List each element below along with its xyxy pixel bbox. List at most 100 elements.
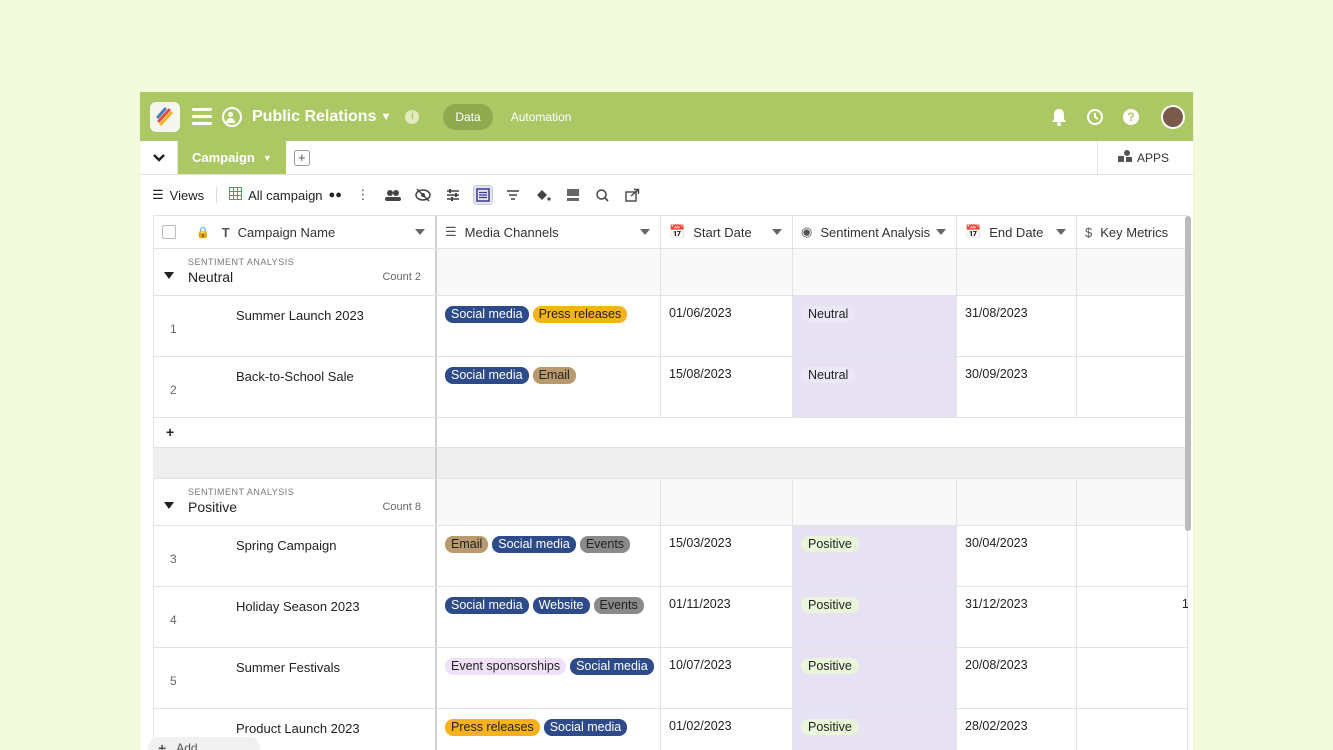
cell-media-channels[interactable]: Press releases Social media — [437, 709, 661, 750]
view-selector[interactable]: All campaign ●● — [229, 187, 342, 203]
collaborators-icon[interactable]: ●● — [329, 189, 342, 201]
more-icon[interactable]: ⋮ — [354, 186, 372, 204]
add-table-button[interactable]: + — [293, 149, 310, 166]
cell-key-metrics[interactable]: 50,000 — [1077, 296, 1188, 356]
select-all-checkbox[interactable] — [162, 225, 176, 239]
cell-sentiment[interactable]: Positive — [793, 648, 957, 708]
channel-tag[interactable]: Events — [593, 597, 644, 614]
channel-tag[interactable]: Events — [579, 536, 631, 553]
chevron-down-icon[interactable]: ▼ — [380, 111, 391, 123]
cell-start-date[interactable]: 10/07/2023 — [661, 648, 793, 708]
cell-end-date[interactable]: 28/02/2023 — [957, 709, 1077, 750]
chevron-down-icon[interactable] — [936, 229, 946, 235]
views-button[interactable]: ☰ Views — [152, 187, 204, 203]
app-logo-icon[interactable] — [150, 101, 180, 132]
history-icon[interactable] — [1085, 107, 1105, 127]
table-row[interactable]: 4 Holiday Season 2023 Social media Website E… — [153, 587, 1188, 648]
cell-media-channels[interactable]: Social media Email — [437, 357, 661, 417]
group-header[interactable]: SENTIMENT ANALYSIS Neutral Count 2 — [153, 249, 1188, 296]
bell-icon[interactable] — [1049, 107, 1069, 127]
cell-start-date[interactable]: 01/11/2023 — [661, 587, 793, 647]
cell-sentiment[interactable]: Positive — [793, 526, 957, 586]
cell-campaign-name[interactable]: 5 Summer Festivals — [153, 648, 437, 708]
chevron-down-icon[interactable]: ▼ — [263, 153, 272, 163]
cell-end-date[interactable]: 31/12/2023 — [957, 587, 1077, 647]
cell-sentiment[interactable]: Neutral — [793, 357, 957, 417]
cell-key-metrics[interactable]: 30,000 — [1077, 648, 1188, 708]
hide-fields-icon[interactable] — [414, 186, 432, 204]
channel-tag[interactable]: Email — [532, 367, 576, 384]
menu-icon[interactable] — [192, 108, 212, 125]
cell-campaign-name[interactable]: 3 Spring Campaign — [153, 526, 437, 586]
table-row[interactable]: 3 Spring Campaign Email Social media Events 1… — [153, 526, 1188, 587]
cell-key-metrics[interactable]: 75,000 — [1077, 526, 1188, 586]
cell-campaign-name[interactable]: 2 Back-to-School Sale — [153, 357, 437, 417]
row-height-icon[interactable] — [564, 186, 582, 204]
vertical-scrollbar[interactable] — [1185, 216, 1191, 531]
cell-end-date[interactable]: 30/04/2023 — [957, 526, 1077, 586]
help-icon[interactable]: ? — [1121, 107, 1141, 127]
adjust-icon[interactable] — [444, 186, 462, 204]
users-icon[interactable] — [384, 186, 402, 204]
cell-sentiment[interactable]: Positive — [793, 709, 957, 750]
chevron-down-icon[interactable] — [140, 141, 178, 174]
cell-key-metrics[interactable]: 100,000 — [1077, 587, 1188, 647]
info-icon[interactable]: i — [405, 109, 420, 124]
channel-tag[interactable]: Social media — [570, 658, 654, 675]
chevron-down-icon[interactable] — [415, 229, 425, 235]
cell-media-channels[interactable]: Social media Press releases — [437, 296, 661, 356]
share-icon[interactable] — [624, 186, 642, 204]
channel-tag[interactable]: Press releases — [532, 306, 628, 323]
column-header-media-channels[interactable]: ☰ Media Channels — [437, 216, 661, 248]
cell-start-date[interactable]: 01/02/2023 — [661, 709, 793, 750]
cell-campaign-name[interactable]: 4 Holiday Season 2023 — [153, 587, 437, 647]
table-row[interactable]: 6Product Launch 2023Press releasesSocial… — [153, 709, 1188, 750]
group-icon[interactable] — [472, 185, 493, 205]
cell-end-date[interactable]: 31/08/2023 — [957, 296, 1077, 356]
cell-key-metrics[interactable]: 80,000 — [1077, 357, 1188, 417]
add-button[interactable]: + Add — [148, 737, 260, 750]
channel-tag[interactable]: Press releases — [445, 719, 540, 736]
avatar[interactable] — [1161, 104, 1185, 129]
group-header[interactable]: SENTIMENT ANALYSIS Positive Count 8 — [153, 479, 1188, 526]
cell-start-date[interactable]: 15/03/2023 — [661, 526, 793, 586]
channel-tag[interactable]: Social media — [445, 306, 529, 323]
apps-button[interactable]: APPS — [1096, 141, 1189, 174]
column-header-end-date[interactable]: 📅 End Date — [957, 216, 1077, 248]
base-title[interactable]: Public Relations — [252, 108, 376, 126]
channel-tag[interactable]: Event sponsorships — [445, 658, 567, 675]
column-header-key-metrics[interactable]: $ Key Metrics — [1077, 216, 1188, 248]
channel-tag[interactable]: Social media — [445, 367, 529, 384]
plus-icon[interactable]: + — [153, 418, 437, 447]
cell-key-metrics[interactable]: 60,000 — [1077, 709, 1188, 750]
channel-tag[interactable]: Website — [532, 597, 590, 614]
search-icon[interactable] — [594, 186, 612, 204]
channel-tag[interactable]: Email — [445, 536, 489, 553]
cell-campaign-name[interactable]: 1 Summer Launch 2023 — [153, 296, 437, 356]
table-row[interactable]: 2 Back-to-School Sale Social media Email 15/… — [153, 357, 1188, 418]
cell-sentiment[interactable]: Positive — [793, 587, 957, 647]
cell-sentiment[interactable]: Neutral — [793, 296, 957, 356]
cell-end-date[interactable]: 20/08/2023 — [957, 648, 1077, 708]
column-header-campaign-name[interactable]: 🔒 T Campaign Name — [153, 216, 437, 248]
cell-start-date[interactable]: 15/08/2023 — [661, 357, 793, 417]
column-header-sentiment-analysis[interactable]: ◉ Sentiment Analysis — [793, 216, 957, 248]
tab-campaign[interactable]: Campaign ▼ — [178, 141, 286, 174]
cell-end-date[interactable]: 30/09/2023 — [957, 357, 1077, 417]
table-row[interactable]: 5 Summer Festivals Event sponsorships Socia… — [153, 648, 1188, 709]
tab-data[interactable]: Data — [443, 103, 493, 130]
column-header-start-date[interactable]: 📅 Start Date — [661, 216, 793, 248]
filter-icon[interactable] — [504, 186, 522, 204]
color-fill-icon[interactable] — [534, 186, 552, 204]
channel-tag[interactable]: Social media — [445, 597, 529, 614]
chevron-down-icon[interactable] — [1056, 229, 1066, 235]
chevron-down-icon[interactable] — [640, 229, 650, 235]
cell-media-channels[interactable]: Social media Website Events — [437, 587, 661, 647]
table-row[interactable]: 1 Summer Launch 2023 Social media Press rel… — [153, 296, 1188, 357]
cell-media-channels[interactable]: Email Social media Events — [437, 526, 661, 586]
tab-automation[interactable]: Automation — [511, 110, 572, 124]
add-row-button[interactable]: + — [153, 418, 1188, 448]
cell-media-channels[interactable]: Event sponsorships Social media — [437, 648, 661, 708]
channel-tag[interactable]: Social media — [492, 536, 576, 553]
channel-tag[interactable]: Social media — [543, 719, 628, 736]
